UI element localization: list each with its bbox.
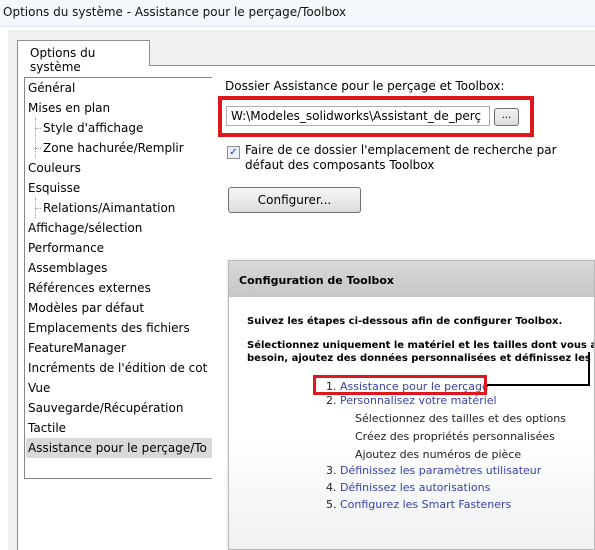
step-link[interactable]: Définissez les paramètres utilisateur <box>340 464 541 477</box>
tree-item-featuremanager[interactable]: FeatureManager <box>28 338 126 358</box>
tree-item-performance[interactable]: Performance <box>28 238 104 258</box>
options-tree[interactable]: Général Mises en plan Style d'affichage … <box>24 77 212 479</box>
tree-connector <box>35 208 41 209</box>
window-title: Options du système - Assistance pour le … <box>3 5 347 19</box>
step-number: 5. <box>326 498 337 511</box>
tree-connector <box>35 128 41 129</box>
tree-item-default-templates[interactable]: Modèles par défaut <box>28 298 144 318</box>
tree-item-relations-snaps[interactable]: Relations/Aimantation <box>43 198 175 218</box>
default-search-location-checkbox[interactable]: ✓ <box>227 146 240 159</box>
step-number: 2. <box>326 394 337 407</box>
step-number: 4. <box>326 481 337 494</box>
tree-item-display-selection[interactable]: Affichage/sélection <box>28 218 142 238</box>
toolbox-title: Configuration de Toolbox <box>239 274 395 287</box>
connector-line-vertical <box>588 352 590 386</box>
substep-custom-properties: Créez des propriétés personnalisées <box>355 430 555 443</box>
tree-item-hatch-fill[interactable]: Zone hachurée/Remplir <box>43 138 184 158</box>
tree-item-backup-recover[interactable]: Sauvegarde/Récupération <box>28 398 183 418</box>
step-link[interactable]: Définissez les autorisations <box>340 481 490 494</box>
step-number: 3. <box>326 464 337 477</box>
folder-path-input[interactable]: W:\Modeles_solidworks\Assistant_de_perç <box>226 106 490 126</box>
step-number: 1. <box>326 380 337 393</box>
browse-button[interactable]: ... <box>494 108 519 126</box>
toolbox-description-2: besoin, ajoutez des données personnalisé… <box>247 353 595 364</box>
tree-item-general[interactable]: Général <box>28 78 75 98</box>
folder-label: Dossier Assistance pour le perçage et To… <box>225 79 505 93</box>
step-link[interactable]: Configurez les Smart Fasteners <box>340 498 511 511</box>
configure-button[interactable]: Configurer... <box>228 187 361 213</box>
toolbox-configuration-panel: Configuration de Toolbox Suivez les étap… <box>228 260 595 550</box>
step-link[interactable]: Assistance pour le perçage <box>340 380 489 393</box>
tree-connector <box>35 148 41 149</box>
toolbox-description-1: Sélectionnez uniquement le matériel et l… <box>247 340 595 351</box>
substep-sizes-options: Sélectionnez des tailles et des options <box>355 412 566 425</box>
connector-line <box>487 384 589 386</box>
tree-item-spin-box-increments[interactable]: Incréments de l'édition de cot <box>28 358 207 378</box>
tree-item-display-style[interactable]: Style d'affichage <box>43 118 143 138</box>
substep-part-numbers: Ajoutez des numéros de pièce <box>355 448 522 461</box>
tree-item-file-locations[interactable]: Emplacements des fichiers <box>28 318 190 338</box>
checkbox-label: Faire de ce dossier l'emplacement de rec… <box>245 143 557 172</box>
step-hole-wizard[interactable]: 1. Assistance pour le perçage <box>326 380 489 394</box>
tree-item-drawings[interactable]: Mises en plan <box>28 98 110 118</box>
toolbox-body: Suivez les étapes ci-dessous afin de con… <box>229 297 595 549</box>
step-smart-fasteners[interactable]: 5. Configurez les Smart Fasteners <box>326 498 511 512</box>
tree-item-sketch[interactable]: Esquisse <box>28 178 80 198</box>
step-link[interactable]: Personnalisez votre matériel <box>340 394 497 407</box>
tree-item-colors[interactable]: Couleurs <box>28 158 81 178</box>
step-permissions[interactable]: 4. Définissez les autorisations <box>326 481 490 495</box>
tree-item-touch[interactable]: Tactile <box>28 418 66 438</box>
tree-item-external-references[interactable]: Références externes <box>28 278 151 298</box>
tree-item-view[interactable]: Vue <box>28 378 50 398</box>
tab-label: Options du système <box>30 46 96 74</box>
toolbox-intro: Suivez les étapes ci-dessous afin de con… <box>247 316 563 327</box>
step-customize-hardware[interactable]: 2. Personnalisez votre matériel <box>326 394 497 408</box>
tree-item-hole-wizard-toolbox[interactable]: Assistance pour le perçage/To <box>26 438 212 458</box>
step-user-settings[interactable]: 3. Définissez les paramètres utilisateur <box>326 464 541 478</box>
tree-connector <box>35 118 36 158</box>
title-bar: Options du système - Assistance pour le … <box>0 0 595 27</box>
toolbox-header: Configuration de Toolbox <box>229 261 594 298</box>
tree-item-assemblies[interactable]: Assemblages <box>28 258 107 278</box>
tab-system-options[interactable]: Options du système <box>17 40 150 74</box>
